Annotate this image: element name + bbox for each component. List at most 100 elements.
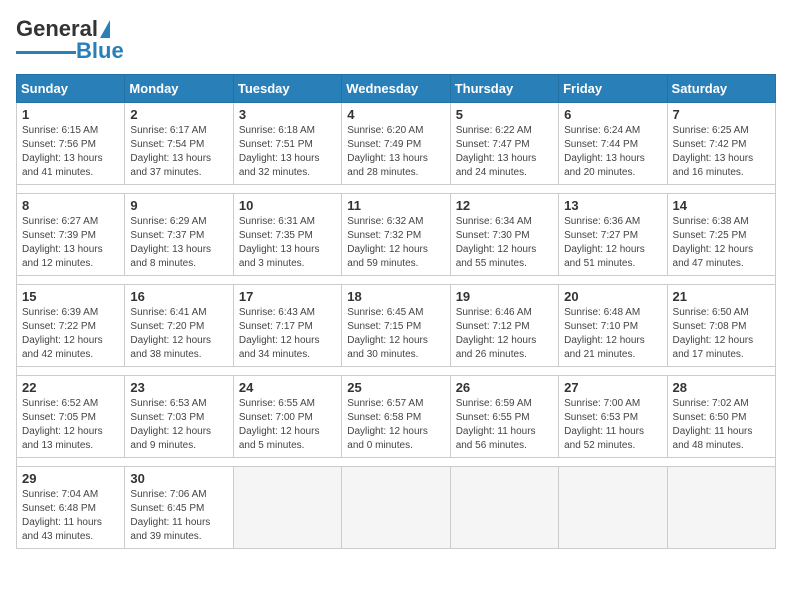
cell-daylight: Daylight: 13 hours and 24 minutes.	[456, 152, 553, 180]
cell-date: 16	[130, 289, 227, 304]
calendar-cell: 7 Sunrise: 6:25 AM Sunset: 7:42 PM Dayli…	[667, 103, 775, 185]
row-spacer	[17, 367, 776, 376]
cell-daylight: Daylight: 12 hours and 0 minutes.	[347, 425, 444, 453]
cell-date: 28	[673, 380, 770, 395]
cell-daylight: Daylight: 12 hours and 5 minutes.	[239, 425, 336, 453]
cell-date: 18	[347, 289, 444, 304]
cell-info: Sunrise: 6:43 AM Sunset: 7:17 PM Dayligh…	[239, 306, 336, 362]
cell-sunset: Sunset: 7:47 PM	[456, 138, 553, 152]
cell-sunset: Sunset: 7:56 PM	[22, 138, 119, 152]
calendar-cell	[450, 467, 558, 549]
cell-sunrise: Sunrise: 6:29 AM	[130, 215, 227, 229]
cell-sunrise: Sunrise: 6:17 AM	[130, 124, 227, 138]
cell-sunrise: Sunrise: 6:59 AM	[456, 397, 553, 411]
week-row-2: 8 Sunrise: 6:27 AM Sunset: 7:39 PM Dayli…	[17, 194, 776, 276]
cell-sunset: Sunset: 7:17 PM	[239, 320, 336, 334]
cell-sunrise: Sunrise: 6:22 AM	[456, 124, 553, 138]
cell-date: 4	[347, 107, 444, 122]
cell-date: 14	[673, 198, 770, 213]
cell-sunset: Sunset: 7:32 PM	[347, 229, 444, 243]
cell-sunset: Sunset: 7:42 PM	[673, 138, 770, 152]
cell-date: 26	[456, 380, 553, 395]
cell-daylight: Daylight: 12 hours and 30 minutes.	[347, 334, 444, 362]
cell-info: Sunrise: 6:24 AM Sunset: 7:44 PM Dayligh…	[564, 124, 661, 180]
cell-daylight: Daylight: 13 hours and 16 minutes.	[673, 152, 770, 180]
cell-daylight: Daylight: 13 hours and 28 minutes.	[347, 152, 444, 180]
cell-sunset: Sunset: 6:50 PM	[673, 411, 770, 425]
cell-date: 17	[239, 289, 336, 304]
cell-sunset: Sunset: 6:48 PM	[22, 502, 119, 516]
calendar-cell: 25 Sunrise: 6:57 AM Sunset: 6:58 PM Dayl…	[342, 376, 450, 458]
cell-info: Sunrise: 6:53 AM Sunset: 7:03 PM Dayligh…	[130, 397, 227, 453]
cell-info: Sunrise: 6:48 AM Sunset: 7:10 PM Dayligh…	[564, 306, 661, 362]
cell-sunrise: Sunrise: 6:45 AM	[347, 306, 444, 320]
cell-info: Sunrise: 6:41 AM Sunset: 7:20 PM Dayligh…	[130, 306, 227, 362]
calendar-cell: 3 Sunrise: 6:18 AM Sunset: 7:51 PM Dayli…	[233, 103, 341, 185]
cell-sunrise: Sunrise: 6:27 AM	[22, 215, 119, 229]
header-thursday: Thursday	[450, 75, 558, 103]
week-row-4: 22 Sunrise: 6:52 AM Sunset: 7:05 PM Dayl…	[17, 376, 776, 458]
calendar-cell: 13 Sunrise: 6:36 AM Sunset: 7:27 PM Dayl…	[559, 194, 667, 276]
cell-sunset: Sunset: 7:12 PM	[456, 320, 553, 334]
cell-sunrise: Sunrise: 6:43 AM	[239, 306, 336, 320]
cell-sunset: Sunset: 7:49 PM	[347, 138, 444, 152]
calendar-cell: 17 Sunrise: 6:43 AM Sunset: 7:17 PM Dayl…	[233, 285, 341, 367]
cell-sunset: Sunset: 7:39 PM	[22, 229, 119, 243]
week-row-1: 1 Sunrise: 6:15 AM Sunset: 7:56 PM Dayli…	[17, 103, 776, 185]
cell-sunset: Sunset: 7:27 PM	[564, 229, 661, 243]
cell-sunrise: Sunrise: 6:46 AM	[456, 306, 553, 320]
cell-sunrise: Sunrise: 6:20 AM	[347, 124, 444, 138]
calendar-cell: 4 Sunrise: 6:20 AM Sunset: 7:49 PM Dayli…	[342, 103, 450, 185]
cell-sunrise: Sunrise: 7:06 AM	[130, 488, 227, 502]
cell-info: Sunrise: 7:04 AM Sunset: 6:48 PM Dayligh…	[22, 488, 119, 544]
cell-info: Sunrise: 6:34 AM Sunset: 7:30 PM Dayligh…	[456, 215, 553, 271]
calendar-cell: 18 Sunrise: 6:45 AM Sunset: 7:15 PM Dayl…	[342, 285, 450, 367]
calendar-cell: 9 Sunrise: 6:29 AM Sunset: 7:37 PM Dayli…	[125, 194, 233, 276]
cell-sunrise: Sunrise: 6:18 AM	[239, 124, 336, 138]
cell-info: Sunrise: 6:29 AM Sunset: 7:37 PM Dayligh…	[130, 215, 227, 271]
calendar-cell	[342, 467, 450, 549]
cell-info: Sunrise: 6:55 AM Sunset: 7:00 PM Dayligh…	[239, 397, 336, 453]
cell-daylight: Daylight: 12 hours and 34 minutes.	[239, 334, 336, 362]
cell-date: 15	[22, 289, 119, 304]
cell-sunset: Sunset: 7:37 PM	[130, 229, 227, 243]
calendar-cell: 21 Sunrise: 6:50 AM Sunset: 7:08 PM Dayl…	[667, 285, 775, 367]
cell-date: 11	[347, 198, 444, 213]
cell-sunset: Sunset: 6:53 PM	[564, 411, 661, 425]
cell-sunrise: Sunrise: 6:36 AM	[564, 215, 661, 229]
cell-daylight: Daylight: 12 hours and 51 minutes.	[564, 243, 661, 271]
cell-sunrise: Sunrise: 6:32 AM	[347, 215, 444, 229]
cell-sunrise: Sunrise: 6:15 AM	[22, 124, 119, 138]
calendar-cell: 16 Sunrise: 6:41 AM Sunset: 7:20 PM Dayl…	[125, 285, 233, 367]
calendar-cell	[667, 467, 775, 549]
cell-info: Sunrise: 7:02 AM Sunset: 6:50 PM Dayligh…	[673, 397, 770, 453]
cell-sunset: Sunset: 7:00 PM	[239, 411, 336, 425]
logo-blue: Blue	[76, 38, 124, 64]
calendar-cell	[559, 467, 667, 549]
calendar-cell: 24 Sunrise: 6:55 AM Sunset: 7:00 PM Dayl…	[233, 376, 341, 458]
calendar-header-row: SundayMondayTuesdayWednesdayThursdayFrid…	[17, 75, 776, 103]
cell-sunset: Sunset: 7:15 PM	[347, 320, 444, 334]
cell-sunset: Sunset: 6:55 PM	[456, 411, 553, 425]
cell-info: Sunrise: 6:25 AM Sunset: 7:42 PM Dayligh…	[673, 124, 770, 180]
cell-info: Sunrise: 6:52 AM Sunset: 7:05 PM Dayligh…	[22, 397, 119, 453]
calendar-cell: 10 Sunrise: 6:31 AM Sunset: 7:35 PM Dayl…	[233, 194, 341, 276]
cell-info: Sunrise: 6:57 AM Sunset: 6:58 PM Dayligh…	[347, 397, 444, 453]
calendar-cell: 1 Sunrise: 6:15 AM Sunset: 7:56 PM Dayli…	[17, 103, 125, 185]
cell-daylight: Daylight: 13 hours and 8 minutes.	[130, 243, 227, 271]
calendar-cell: 23 Sunrise: 6:53 AM Sunset: 7:03 PM Dayl…	[125, 376, 233, 458]
calendar-cell: 12 Sunrise: 6:34 AM Sunset: 7:30 PM Dayl…	[450, 194, 558, 276]
cell-info: Sunrise: 6:20 AM Sunset: 7:49 PM Dayligh…	[347, 124, 444, 180]
cell-info: Sunrise: 6:15 AM Sunset: 7:56 PM Dayligh…	[22, 124, 119, 180]
cell-daylight: Daylight: 11 hours and 48 minutes.	[673, 425, 770, 453]
cell-sunset: Sunset: 6:45 PM	[130, 502, 227, 516]
cell-date: 5	[456, 107, 553, 122]
cell-daylight: Daylight: 12 hours and 47 minutes.	[673, 243, 770, 271]
cell-sunrise: Sunrise: 6:24 AM	[564, 124, 661, 138]
cell-date: 7	[673, 107, 770, 122]
cell-sunrise: Sunrise: 6:53 AM	[130, 397, 227, 411]
cell-info: Sunrise: 6:39 AM Sunset: 7:22 PM Dayligh…	[22, 306, 119, 362]
cell-info: Sunrise: 6:32 AM Sunset: 7:32 PM Dayligh…	[347, 215, 444, 271]
cell-daylight: Daylight: 12 hours and 59 minutes.	[347, 243, 444, 271]
cell-date: 10	[239, 198, 336, 213]
